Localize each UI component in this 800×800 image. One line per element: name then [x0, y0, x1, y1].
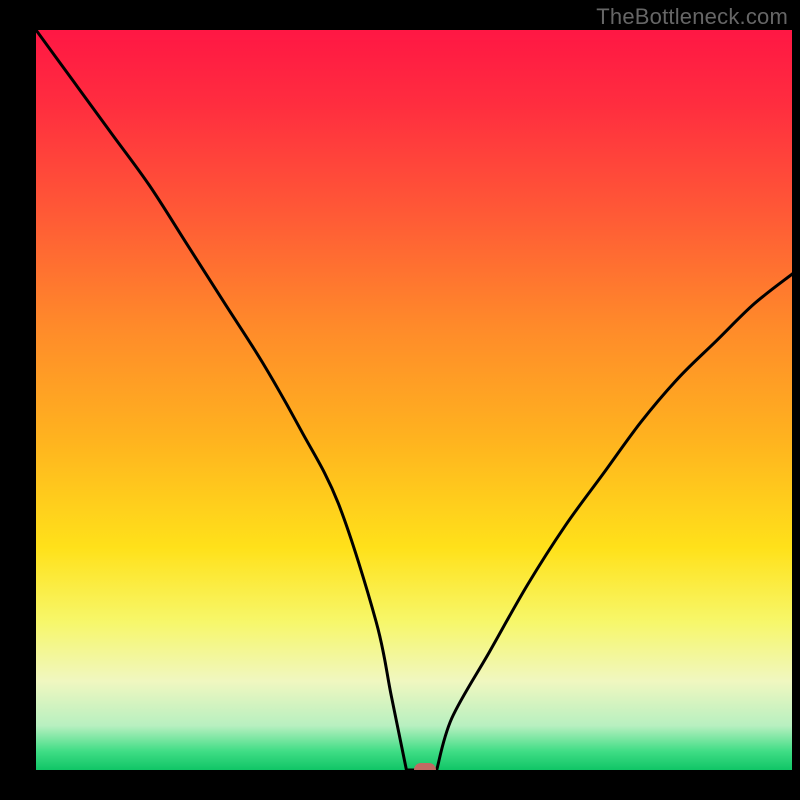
gradient-background	[36, 30, 792, 770]
optimal-point-marker	[414, 763, 436, 770]
plot-svg	[36, 30, 792, 770]
chart-frame: TheBottleneck.com	[0, 0, 800, 800]
plot-area	[36, 30, 792, 770]
watermark-text: TheBottleneck.com	[596, 4, 788, 30]
